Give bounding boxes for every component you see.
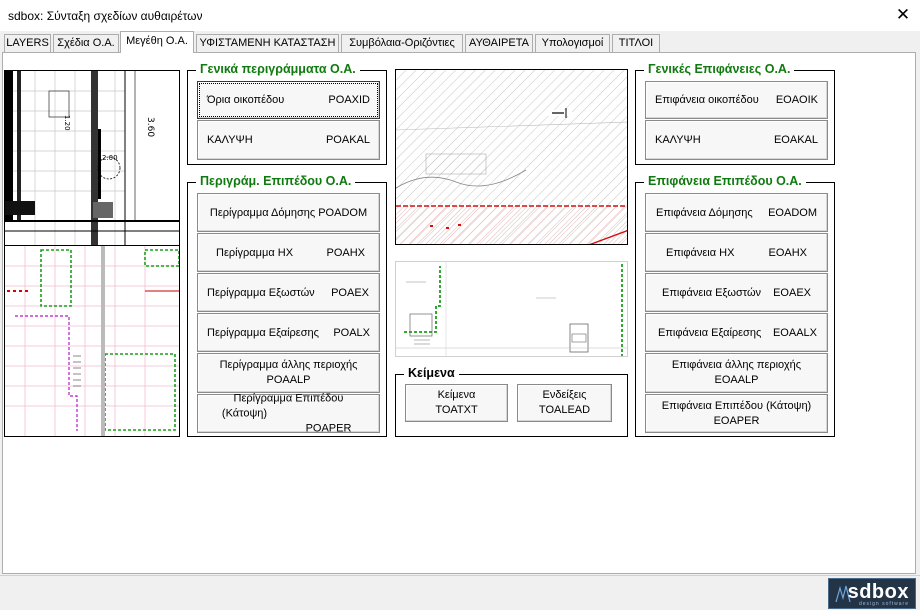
leaders-button-code: TOALEAD [538, 404, 591, 416]
coverage-surface-code: EOAKAL [773, 134, 818, 146]
plot-boundary-label: Όρια οικοπέδου [207, 94, 285, 106]
site-plan-thumbnail [395, 69, 628, 245]
exclusion-outline-code: POALX [333, 326, 370, 339]
balcony-outline-label: Περίγραμμα Εξωστών [207, 286, 315, 299]
building-outline-button[interactable]: Περίγραμμα Δόμησης POADOM [197, 193, 380, 232]
tab-existing-state[interactable]: ΥΦΙΣΤΑΜΕΝΗ ΚΑΤΑΣΤΑΣΗ [196, 34, 339, 53]
tab-arbitrary[interactable]: ΑΥΘΑΙΡΕΤΑ [465, 34, 533, 53]
leaders-button[interactable]: Ενδείξεις TOALEAD [517, 384, 612, 422]
level-outlines-title: Περιγράμ. Επιπέδου Ο.Α. [196, 174, 356, 188]
building-outline-label: Περίγραμμα Δόμησης POADOM [209, 206, 368, 219]
building-surface-button[interactable]: Επιφάνεια Δόμησης EOADOM [645, 193, 828, 232]
general-outlines-group: Γενικά περιγράμματα Ο.Α. Όρια οικοπέδου … [187, 62, 387, 165]
balcony-surface-label: Επιφάνεια Εξωστών [662, 286, 762, 299]
coverage-outline-label: ΚΑΛΥΨΗ [207, 134, 253, 146]
coverage-outline-button[interactable]: ΚΑΛΥΨΗ POAKAL [197, 120, 380, 160]
tab-titles[interactable]: ΤΙΤΛΟΙ [612, 34, 660, 53]
other-area-surface-button[interactable]: Επιφάνεια άλλης περιοχής EOAALP [645, 353, 828, 393]
level-outline-button[interactable]: Περίγραμμα Επιπέδου (Κάτοψη) POAPER [197, 392, 380, 436]
plot-boundary-button[interactable]: Όρια οικοπέδου POAXID [197, 81, 380, 119]
balcony-surface-code: EOAEX [773, 286, 811, 299]
exclusion-outline-label: Περίγραμμα Εξαίρεσης [207, 326, 319, 339]
texts-group: Κείμενα Κείμενα TOATXT Ενδείξεις TOALEAD [395, 366, 628, 437]
hx-surface-label: Επιφάνεια ΗΧ [666, 246, 735, 259]
tab-strip: LAYERS Σχέδια Ο.Α. Μεγέθη Ο.Α. ΥΦΙΣΤΑΜΕΝ… [0, 31, 920, 53]
level-surfaces-group: Επιφάνεια Επιπέδου Ο.Α. Επιφάνεια Δόμηση… [635, 174, 835, 437]
building-surface-label: Επιφάνεια Δόμησης [656, 206, 753, 219]
exclusion-surface-code: EOAALX [772, 326, 817, 339]
dimension-label: 3.60 [145, 117, 155, 137]
level-outline-code: POAPER [305, 422, 352, 434]
general-surfaces-title: Γενικές Επιφάνειες Ο.Α. [644, 62, 795, 76]
hx-outline-button[interactable]: Περίγραμμα ΗΧ POAHX [197, 233, 380, 272]
close-icon[interactable]: ✕ [894, 5, 912, 25]
site-plan-preview [396, 70, 627, 244]
exclusion-outline-button[interactable]: Περίγραμμα Εξαίρεσης POALX [197, 313, 380, 352]
tab-contracts[interactable]: Συμβόλαια-Οριζόντιες [341, 34, 463, 53]
plot-surface-button[interactable]: Επιφάνεια οικοπέδου EOAOIK [645, 81, 828, 119]
coverage-surface-button[interactable]: ΚΑΛΥΨΗ EOAKAL [645, 120, 828, 160]
balcony-surface-button[interactable]: Επιφάνεια Εξωστών EOAEX [645, 273, 828, 312]
title-bar: sdbox: Σύνταξη σχεδίων αυθαιρέτων ✕ [0, 0, 920, 31]
small-plan-thumbnail [395, 261, 628, 357]
building-surface-code: EOADOM [768, 206, 817, 219]
coverage-surface-label: ΚΑΛΥΨΗ [655, 134, 701, 146]
tab-drawings[interactable]: Σχέδια Ο.Α. [53, 34, 119, 53]
plot-boundary-code: POAXID [328, 94, 370, 106]
coverage-outline-code: POAKAL [325, 134, 370, 146]
hx-outline-label: Περίγραμμα ΗΧ [216, 246, 294, 259]
balcony-outline-code: POAEX [331, 286, 369, 299]
plot-surface-label: Επιφάνεια οικοπέδου [655, 94, 759, 106]
tab-calculations[interactable]: Υπολογισμοί [535, 34, 610, 53]
logo-subtitle: design software [858, 601, 909, 607]
plot-surface-code: EOAOIK [775, 94, 818, 106]
hx-surface-code: EOAHX [768, 246, 807, 259]
level-outline-second-line: (Κάτοψη) POAPER [198, 406, 379, 436]
level-surface-label: Επιφάνεια Επιπέδου (Κάτοψη) [661, 399, 812, 412]
exclusion-surface-label: Επιφάνεια Εξαίρεσης [658, 326, 762, 339]
hx-outline-code: POAHX [326, 246, 365, 259]
small-plan-preview [396, 262, 627, 356]
level-outline-label: Περίγραμμα Επιπέδου [233, 392, 344, 404]
other-area-surface-code: EOAALP [714, 374, 759, 386]
level-surface-code: EOAPER [713, 414, 760, 427]
general-surfaces-group: Γενικές Επιφάνειες Ο.Α. Επιφάνεια οικοπέ… [635, 62, 835, 165]
floor-plan-preview: 3.60 1.20 2.00 [5, 71, 179, 245]
texts-title: Κείμενα [404, 366, 459, 380]
leaders-button-label: Ενδείξεις [542, 389, 587, 401]
tab-content: 3.60 1.20 2.00 Γενικά περιγράμματα Ο.Α. … [2, 52, 916, 574]
level-surfaces-title: Επιφάνεια Επιπέδου Ο.Α. [644, 174, 806, 188]
hx-surface-button[interactable]: Επιφάνεια ΗΧ EOAHX [645, 233, 828, 272]
bottom-bar: sdbox design software [0, 575, 920, 610]
level-surface-button[interactable]: Επιφάνεια Επιπέδου (Κάτοψη) EOAPER [645, 394, 828, 433]
other-area-outline-label: Περίγραμμα άλλης περιοχής [219, 359, 358, 371]
other-area-outline-code: POAALP [266, 374, 311, 386]
window-title: sdbox: Σύνταξη σχεδίων αυθαιρέτων [8, 9, 203, 23]
level-outlines-group: Περιγράμ. Επιπέδου Ο.Α. Περίγραμμα Δόμησ… [187, 174, 387, 437]
exclusion-surface-button[interactable]: Επιφάνεια Εξαίρεσης EOAALX [645, 313, 828, 352]
tab-layers[interactable]: LAYERS [4, 34, 51, 53]
other-area-surface-label: Επιφάνεια άλλης περιοχής [671, 359, 802, 371]
tab-sizes[interactable]: Μεγέθη Ο.Α. [120, 31, 194, 53]
other-area-outline-button[interactable]: Περίγραμμα άλλης περιοχής POAALP [197, 353, 380, 393]
dimension-label-small: 1.20 [63, 115, 71, 131]
general-outlines-title: Γενικά περιγράμματα Ο.Α. [196, 62, 360, 76]
circle-label: 2.00 [102, 154, 118, 162]
plan-thumbnail-top: 3.60 1.20 2.00 [4, 70, 180, 246]
level-outline-sublabel: (Κάτοψη) [221, 407, 268, 419]
balcony-outline-button[interactable]: Περίγραμμα Εξωστών POAEX [197, 273, 380, 312]
texts-button[interactable]: Κείμενα TOATXT [405, 384, 508, 422]
texts-button-label: Κείμενα [437, 389, 476, 401]
sdbox-logo: sdbox design software [828, 578, 916, 609]
texts-button-code: TOATXT [435, 404, 478, 416]
